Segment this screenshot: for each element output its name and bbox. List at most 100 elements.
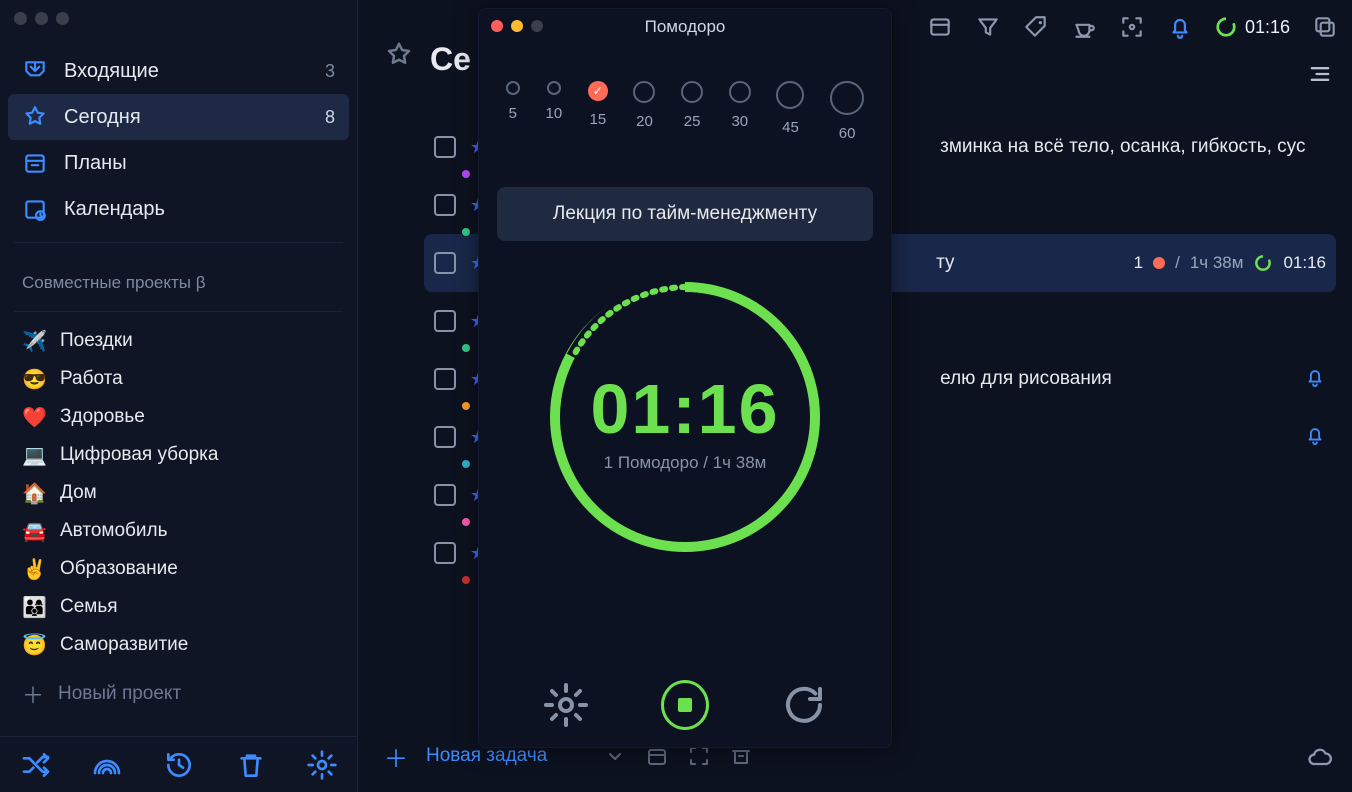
card-icon[interactable] — [927, 14, 953, 40]
page-header: Се — [384, 40, 471, 78]
sidebar-item-today[interactable]: Сегодня 8 — [8, 94, 349, 140]
pomodoro-controls — [479, 681, 891, 729]
star-icon — [22, 104, 48, 130]
sidebar: Входящие 3 Сегодня 8 Планы Календарь Сов… — [0, 0, 358, 792]
task-duration: 1ч 38м — [1190, 253, 1244, 273]
project-label: Семья — [60, 596, 118, 618]
reset-icon[interactable] — [780, 681, 828, 729]
focus-icon[interactable] — [1119, 14, 1145, 40]
interval-10[interactable]: 10 — [545, 81, 562, 142]
project-item[interactable]: 😎 Работа — [0, 360, 357, 398]
project-label: Здоровье — [60, 406, 145, 428]
interval-5[interactable]: 5 — [506, 81, 520, 142]
project-emoji: 👨‍👩‍👦 — [22, 595, 46, 620]
project-item[interactable]: ✈️Поездки — [0, 322, 357, 360]
page-title: Се — [430, 41, 471, 78]
sidebar-label: Планы — [64, 152, 127, 175]
close-dot[interactable] — [14, 12, 27, 25]
trash-icon[interactable] — [235, 749, 267, 781]
interval-circle-icon — [830, 81, 864, 115]
task-meta: 1 / 1ч 38м 01:16 — [1134, 253, 1326, 273]
plans-icon — [22, 150, 48, 176]
sidebar-item-calendar[interactable]: Календарь — [0, 186, 357, 232]
pomodoro-window: Помодоро 5 10 ✓15 20 25 30 45 60 Лекция по тайм… — [478, 8, 892, 748]
project-label: Поездки — [60, 330, 133, 352]
interval-25[interactable]: 25 — [681, 81, 703, 142]
timer-display: 01:16 1 Помодоро / 1ч 38м — [479, 369, 891, 473]
shuffle-icon[interactable] — [20, 749, 52, 781]
project-item[interactable]: 👨‍👩‍👦 Семья — [0, 588, 357, 626]
plus-icon: ＋ — [22, 678, 44, 710]
project-label: Работа — [60, 368, 123, 390]
new-project-button[interactable]: ＋ Новый проект — [0, 664, 357, 724]
project-emoji: 😎 — [22, 367, 46, 392]
history-icon[interactable] — [163, 749, 195, 781]
cloud-sync-icon[interactable] — [1306, 743, 1334, 776]
project-label: Дом — [60, 482, 97, 504]
task-text-tail: ту — [936, 252, 954, 274]
project-item[interactable]: 🏠 Дом — [0, 474, 357, 512]
project-emoji: 🚘 — [22, 519, 46, 544]
checkbox[interactable] — [434, 368, 456, 390]
interval-20[interactable]: 20 — [633, 81, 655, 142]
bell-icon[interactable] — [1304, 424, 1326, 451]
stop-button[interactable] — [661, 681, 709, 729]
color-dot — [462, 402, 470, 410]
checkbox[interactable] — [434, 310, 456, 332]
toolbar-time-text: 01:16 — [1245, 17, 1290, 38]
checkbox[interactable] — [434, 484, 456, 506]
color-dot — [462, 170, 470, 178]
toolbar-timer[interactable]: 01:16 — [1215, 16, 1290, 38]
bell-icon[interactable] — [1304, 366, 1326, 393]
interval-label: 45 — [782, 119, 799, 136]
checkbox[interactable] — [434, 136, 456, 158]
timer-subline: 1 Помодоро / 1ч 38м — [479, 453, 891, 473]
bell-icon[interactable] — [1167, 14, 1193, 40]
interval-circle-icon — [547, 81, 561, 95]
rainbow-icon[interactable] — [91, 749, 123, 781]
checkbox[interactable] — [434, 542, 456, 564]
sidebar-item-inbox[interactable]: Входящие 3 — [0, 48, 357, 94]
interval-45[interactable]: 45 — [776, 81, 804, 142]
project-item[interactable]: ✌️ Образование — [0, 550, 357, 588]
top-toolbar: 01:16 — [927, 14, 1338, 40]
project-emoji: ❤️ — [22, 405, 46, 430]
project-emoji: ✌️ — [22, 557, 46, 582]
menu-icon[interactable] — [1306, 60, 1334, 88]
checkbox[interactable] — [434, 194, 456, 216]
sidebar-item-plans[interactable]: Планы — [0, 140, 357, 186]
checkbox[interactable] — [434, 426, 456, 448]
timer-settings-icon[interactable] — [542, 681, 590, 729]
zoom-dot[interactable] — [56, 12, 69, 25]
project-item[interactable]: 🚘Автомобиль — [0, 512, 357, 550]
project-emoji: 🏠 — [22, 481, 46, 506]
interval-30[interactable]: 30 — [729, 81, 751, 142]
project-emoji: 😇 — [22, 633, 46, 658]
copy-icon[interactable] — [1312, 14, 1338, 40]
window-traffic-lights — [0, 0, 370, 36]
sidebar-label: Сегодня — [64, 106, 141, 129]
project-label: Образование — [60, 558, 178, 580]
minimize-dot[interactable] — [35, 12, 48, 25]
task-text: зминка на всё тело, осанка, гибкость, су… — [940, 136, 1305, 158]
interval-60[interactable]: 60 — [830, 81, 864, 142]
interval-circle-icon — [776, 81, 804, 109]
settings-icon[interactable] — [306, 749, 338, 781]
coffee-icon[interactable] — [1071, 14, 1097, 40]
pomodoro-current-task[interactable]: Лекция по тайм-менеджменту — [497, 187, 873, 241]
checkbox[interactable] — [434, 252, 456, 274]
interval-label: 30 — [731, 113, 748, 130]
divider — [14, 311, 343, 312]
filter-icon[interactable] — [975, 14, 1001, 40]
sidebar-label: Входящие — [64, 60, 159, 83]
interval-15[interactable]: ✓15 — [588, 81, 608, 142]
shared-projects-header: Совместные проекты β — [0, 253, 357, 301]
sidebar-label: Календарь — [64, 198, 165, 221]
project-item[interactable]: 😇Саморазвитие — [0, 626, 357, 664]
star-outline-icon[interactable] — [384, 40, 414, 78]
pomodoro-title: Помодоро — [479, 17, 891, 37]
new-task-label: Новая задача — [426, 745, 547, 767]
tag-icon[interactable] — [1023, 14, 1049, 40]
project-item[interactable]: ❤️ Здоровье — [0, 398, 357, 436]
project-item[interactable]: 💻Цифровая уборка — [0, 436, 357, 474]
